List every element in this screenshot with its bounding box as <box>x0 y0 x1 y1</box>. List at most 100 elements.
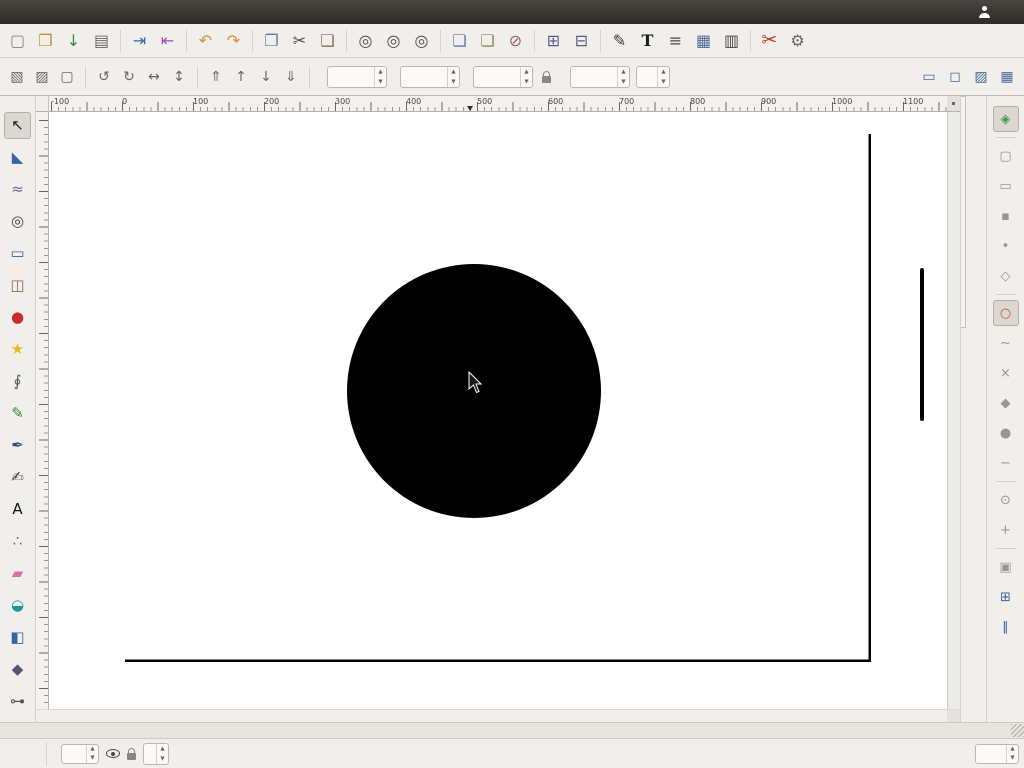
tool-gradient[interactable]: ◧ <box>4 624 31 651</box>
tool-connector[interactable]: ⊶ <box>4 688 31 715</box>
y-field[interactable] <box>400 65 460 88</box>
tool-calligraphy[interactable]: ✍ <box>4 464 31 491</box>
y-field-spinner[interactable] <box>447 66 459 87</box>
h-field-spinner[interactable] <box>617 66 629 87</box>
copy[interactable]: ❐ <box>258 27 285 54</box>
preferences[interactable]: ⚙ <box>784 27 811 54</box>
fill-stroke-tab[interactable] <box>961 96 966 328</box>
vertical-ruler[interactable] <box>36 112 49 709</box>
select-all[interactable]: ▧ <box>5 65 29 89</box>
snap-midpoints[interactable]: − <box>993 450 1019 476</box>
deselect[interactable]: ▢ <box>55 65 79 89</box>
tool-eraser[interactable]: ▰ <box>4 560 31 587</box>
snap-rotation-centers[interactable]: + <box>993 517 1019 543</box>
paste[interactable]: ❑ <box>314 27 341 54</box>
snap-object-centers[interactable]: ⊙ <box>993 487 1019 513</box>
raise[interactable]: ↑ <box>229 65 253 89</box>
snap-bbox-corners[interactable]: ▪ <box>993 203 1019 229</box>
print-document[interactable]: ▤ <box>88 27 115 54</box>
snap-to-paths[interactable]: ~ <box>993 330 1019 356</box>
group-objects[interactable]: ⊞ <box>540 27 567 54</box>
resize-grip-icon[interactable] <box>1011 724 1024 737</box>
xml-editor[interactable]: ▦ <box>690 27 717 54</box>
affect-scale-stroke-width[interactable]: ▭ <box>917 65 941 89</box>
rotate-90-cw[interactable]: ↻ <box>117 65 141 89</box>
snap-bbox-edge-midpoints[interactable]: • <box>993 233 1019 259</box>
open-document[interactable]: ❒ <box>32 27 59 54</box>
tool-pencil[interactable]: ✎ <box>4 400 31 427</box>
text-dialog[interactable]: T <box>634 27 661 54</box>
tool-ellipse[interactable]: ● <box>4 304 31 331</box>
lower[interactable]: ↓ <box>254 65 278 89</box>
tool-tweak[interactable]: ≈ <box>4 176 31 203</box>
flip-horizontal[interactable]: ↔ <box>142 65 166 89</box>
tool-spiral[interactable]: ∮ <box>4 368 31 395</box>
cut[interactable]: ✂ <box>286 27 313 54</box>
tool-3d-box[interactable]: ◫ <box>4 272 31 299</box>
x-field-spinner[interactable] <box>374 66 386 87</box>
w-field[interactable] <box>473 65 533 88</box>
tool-node-editor[interactable]: ◣ <box>4 144 31 171</box>
opacity-spinner[interactable] <box>86 744 98 763</box>
snap-nodes-paths[interactable]: ○ <box>992 300 1019 326</box>
snap-page-border[interactable]: ▣ <box>993 554 1019 580</box>
zoom-field[interactable] <box>975 743 1019 764</box>
unlink-clone[interactable]: ⊘ <box>502 27 529 54</box>
layer-selector-arrows[interactable] <box>156 743 168 764</box>
tool-selector[interactable]: ↖ <box>4 112 31 139</box>
layer-visibility-eye-icon[interactable] <box>106 749 120 758</box>
save-document[interactable]: ↓ <box>60 27 87 54</box>
snap-bbox-centers[interactable]: ◇ <box>993 263 1019 289</box>
lock-ratio-button[interactable] <box>535 66 557 88</box>
undo[interactable]: ↶ <box>192 27 219 54</box>
lower-to-bottom[interactable]: ⇓ <box>279 65 303 89</box>
tool-pen[interactable]: ✒ <box>4 432 31 459</box>
snap-grid[interactable]: ⊞ <box>993 584 1019 610</box>
palette-scroll-right-button[interactable] <box>66 724 82 738</box>
layers-dialog[interactable]: ≡ <box>662 27 689 54</box>
horizontal-scrollbar-thumb[interactable] <box>320 710 650 714</box>
canvas[interactable] <box>49 112 947 709</box>
select-all-layers[interactable]: ▨ <box>30 65 54 89</box>
tool-zoom[interactable]: ◎ <box>4 208 31 235</box>
zoom-spinner[interactable] <box>1006 744 1018 763</box>
scissors[interactable]: ✂ <box>756 27 783 54</box>
new-document[interactable]: ▢ <box>4 27 31 54</box>
snap-guides[interactable]: ∥ <box>993 614 1019 640</box>
x-field[interactable] <box>327 65 387 88</box>
import-bitmap[interactable]: ⇥ <box>126 27 153 54</box>
opacity-field[interactable] <box>61 743 99 764</box>
units-dropdown[interactable] <box>636 65 670 88</box>
zoom-to-fit-page-width[interactable]: ◎ <box>408 27 435 54</box>
align-distribute-dialog[interactable]: ▥ <box>718 27 745 54</box>
export-bitmap[interactable]: ⇤ <box>154 27 181 54</box>
redo[interactable]: ↷ <box>220 27 247 54</box>
ungroup-objects[interactable]: ⊟ <box>568 27 595 54</box>
snap-cusp-nodes[interactable]: ◆ <box>993 390 1019 416</box>
tool-star[interactable]: ★ <box>4 336 31 363</box>
tool-rectangle[interactable]: ▭ <box>4 240 31 267</box>
tool-text[interactable]: A <box>4 496 31 523</box>
fill-stroke-dialog[interactable]: ✎ <box>606 27 633 54</box>
zoom-to-fit-page[interactable]: ◎ <box>380 27 407 54</box>
snap-smooth-nodes[interactable]: ● <box>993 420 1019 446</box>
snap-bbox-edges[interactable]: ▭ <box>993 173 1019 199</box>
tool-paint-bucket[interactable]: ◒ <box>4 592 31 619</box>
snap-enable[interactable]: ◈ <box>992 106 1019 132</box>
affect-move-patterns[interactable]: ▦ <box>995 65 1019 89</box>
h-field[interactable] <box>570 65 630 88</box>
snap-bounding-box[interactable]: ▢ <box>993 143 1019 169</box>
tool-dropper[interactable]: ◆ <box>4 656 31 683</box>
horizontal-scrollbar-track[interactable] <box>49 710 947 722</box>
rotate-90-ccw[interactable]: ↺ <box>92 65 116 89</box>
layer-lock-icon[interactable] <box>127 747 136 760</box>
w-field-spinner[interactable] <box>520 66 532 87</box>
create-clone[interactable]: ❏ <box>474 27 501 54</box>
snap-path-intersections[interactable]: × <box>993 360 1019 386</box>
scrollbar-corner-button[interactable]: ▪ <box>947 96 960 112</box>
affect-move-gradients[interactable]: ▨ <box>969 65 993 89</box>
horizontal-scrollbar[interactable] <box>36 709 960 722</box>
duplicate[interactable]: ❏ <box>446 27 473 54</box>
layer-selector[interactable] <box>143 742 169 765</box>
flip-vertical[interactable]: ↕ <box>167 65 191 89</box>
